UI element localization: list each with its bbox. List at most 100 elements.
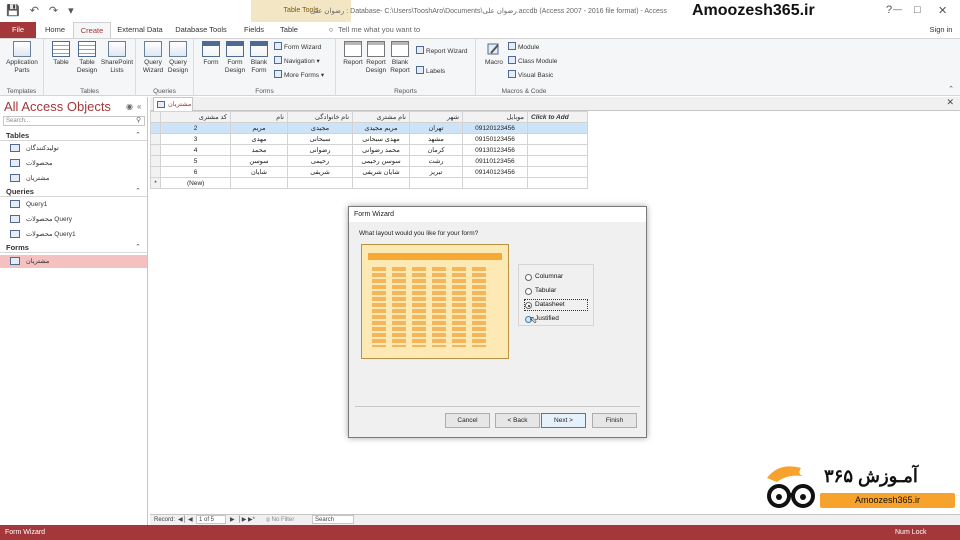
table-cell[interactable]: مجیدی bbox=[287, 122, 353, 134]
table-cell[interactable]: محمد bbox=[230, 144, 288, 156]
table-cell[interactable] bbox=[462, 177, 528, 189]
query-design-button[interactable]: Query Design bbox=[163, 41, 193, 75]
tab-home[interactable]: Home bbox=[38, 22, 72, 38]
table-cell[interactable]: 3 bbox=[160, 133, 231, 145]
nav-item-query[interactable]: Query1 bbox=[0, 198, 147, 211]
undo-icon[interactable]: ↶ bbox=[30, 4, 39, 17]
table-cell[interactable]: کرمان bbox=[409, 144, 463, 156]
table-cell[interactable]: 4 bbox=[160, 144, 231, 156]
nav-item-query[interactable]: محصولات Query bbox=[0, 213, 147, 226]
table-cell[interactable]: رشت bbox=[409, 155, 463, 167]
close-document-icon[interactable]: ✕ bbox=[946, 97, 954, 108]
nav-group-forms[interactable]: Forms ⌃ bbox=[0, 242, 147, 253]
labels-button[interactable]: Labels bbox=[416, 66, 445, 77]
table-cell[interactable]: 09110123456 bbox=[462, 155, 528, 167]
table-cell[interactable] bbox=[230, 177, 288, 189]
new-record-cell[interactable]: (New) bbox=[160, 177, 231, 189]
macro-button[interactable]: Macro bbox=[479, 41, 509, 67]
table-cell[interactable]: 09150123456 bbox=[462, 133, 528, 145]
table-row[interactable]: 4 محمد رضوانی محمد رضوانی کرمان 09130123… bbox=[150, 144, 588, 156]
column-header[interactable]: نام مشتری bbox=[352, 111, 410, 123]
blank-report-button[interactable]: Blank Report bbox=[385, 41, 415, 75]
prev-record-icon[interactable]: ◀ bbox=[188, 515, 193, 525]
tab-create[interactable]: Create bbox=[73, 22, 111, 38]
nav-pane-title[interactable]: All Access Objects bbox=[4, 99, 111, 114]
redo-icon[interactable]: ↷ bbox=[49, 4, 58, 17]
collapse-ribbon-icon[interactable]: ⌃ bbox=[948, 85, 954, 93]
nav-search-input[interactable]: Search... bbox=[3, 116, 145, 126]
table-cell[interactable]: سوسن bbox=[230, 155, 288, 167]
click-to-add-header[interactable]: Click to Add bbox=[527, 111, 588, 123]
tab-database-tools[interactable]: Database Tools bbox=[170, 22, 232, 38]
module-button[interactable]: Module bbox=[508, 42, 539, 53]
table-row[interactable]: 5 سوسن رحیمی سوسن رحیمی رشت 09110123456 bbox=[150, 155, 588, 167]
nav-item-table[interactable]: محصولات bbox=[0, 157, 147, 170]
table-design-button[interactable]: Table Design bbox=[72, 41, 102, 75]
table-cell[interactable] bbox=[527, 133, 588, 145]
table-cell[interactable]: شایان شریفی bbox=[352, 166, 410, 178]
navigation-button[interactable]: Navigation ▾ bbox=[274, 56, 320, 67]
table-cell[interactable]: سوسن رحیمی bbox=[352, 155, 410, 167]
nav-menu-icon[interactable]: ◉ bbox=[126, 102, 133, 111]
first-record-icon[interactable]: ◀│ bbox=[178, 515, 186, 525]
table-cell[interactable] bbox=[527, 155, 588, 167]
help-icon[interactable]: ? bbox=[886, 4, 892, 16]
table-cell[interactable]: شریفی bbox=[287, 166, 353, 178]
row-selector[interactable] bbox=[150, 122, 161, 134]
customize-qat-icon[interactable]: ▾ bbox=[68, 4, 74, 17]
column-header[interactable]: شهر bbox=[409, 111, 463, 123]
save-icon[interactable]: 💾 bbox=[6, 4, 20, 17]
table-cell[interactable] bbox=[527, 177, 588, 189]
cancel-button[interactable]: Cancel bbox=[445, 413, 490, 428]
sign-in-link[interactable]: Sign in bbox=[926, 22, 956, 38]
table-row[interactable]: 2 مریم مجیدی مریم مجیدی تهران 0912012345… bbox=[150, 122, 588, 134]
no-filter-indicator[interactable]: ⦻ No Filter bbox=[266, 515, 294, 525]
table-cell[interactable]: تبریز bbox=[409, 166, 463, 178]
document-tab[interactable]: مشتریان bbox=[153, 97, 193, 111]
tab-file[interactable]: File bbox=[0, 22, 36, 38]
table-cell[interactable]: محمد رضوانی bbox=[352, 144, 410, 156]
row-selector[interactable] bbox=[150, 133, 161, 145]
restore-icon[interactable]: □ bbox=[914, 4, 921, 16]
finish-button[interactable]: Finish bbox=[592, 413, 637, 428]
table-cell[interactable]: 5 bbox=[160, 155, 231, 167]
table-cell[interactable]: مهدی سبحانی bbox=[352, 133, 410, 145]
report-wizard-button[interactable]: Report Wizard bbox=[416, 46, 468, 57]
table-row[interactable]: 3 مهدی سبحانی مهدی سبحانی مشهد 091501234… bbox=[150, 133, 588, 145]
record-search-input[interactable]: Search bbox=[312, 515, 354, 524]
row-selector[interactable] bbox=[150, 155, 161, 167]
next-record-icon[interactable]: ▶ bbox=[230, 515, 235, 525]
close-icon[interactable]: ✕ bbox=[938, 4, 947, 17]
tell-me-box[interactable]: Tell me what you want to do bbox=[338, 22, 428, 50]
sharepoint-lists-button[interactable]: SharePoint Lists bbox=[99, 41, 135, 75]
table-cell[interactable]: 09140123456 bbox=[462, 166, 528, 178]
class-module-button[interactable]: Class Module bbox=[508, 56, 557, 67]
shutter-bar-icon[interactable]: « bbox=[137, 102, 141, 111]
back-button[interactable]: < Back bbox=[495, 413, 540, 428]
blank-form-button[interactable]: Blank Form bbox=[244, 41, 274, 75]
more-forms-button[interactable]: More Forms ▾ bbox=[274, 70, 324, 81]
column-header[interactable]: نام bbox=[230, 111, 288, 123]
table-cell[interactable]: رضوانی bbox=[287, 144, 353, 156]
radio-tabular[interactable]: Tabular bbox=[525, 286, 556, 296]
table-cell[interactable]: مریم bbox=[230, 122, 288, 134]
table-row[interactable]: 6 شایان شریفی شایان شریفی تبریز 09140123… bbox=[150, 166, 588, 178]
application-parts-button[interactable]: Application Parts bbox=[3, 41, 41, 75]
new-record-row[interactable]: * (New) bbox=[150, 177, 588, 189]
search-icon[interactable]: ⚲ bbox=[136, 116, 141, 124]
nav-item-table[interactable]: تولیدکنندگان bbox=[0, 142, 147, 155]
new-record-icon[interactable]: ▶* bbox=[248, 515, 255, 525]
table-cell[interactable] bbox=[527, 166, 588, 178]
tab-table[interactable]: Table bbox=[274, 22, 304, 38]
table-cell[interactable] bbox=[409, 177, 463, 189]
radio-columnar[interactable]: Columnar bbox=[525, 272, 563, 282]
column-header[interactable]: کد مشتری bbox=[160, 111, 231, 123]
table-cell[interactable]: شایان bbox=[230, 166, 288, 178]
minimize-icon[interactable]: — bbox=[893, 4, 902, 14]
row-selector[interactable] bbox=[150, 144, 161, 156]
next-button[interactable]: Next > bbox=[541, 413, 586, 428]
table-cell[interactable]: سبحانی bbox=[287, 133, 353, 145]
table-cell[interactable]: مشهد bbox=[409, 133, 463, 145]
table-cell[interactable] bbox=[287, 177, 353, 189]
nav-group-queries[interactable]: Queries ⌃ bbox=[0, 186, 147, 197]
